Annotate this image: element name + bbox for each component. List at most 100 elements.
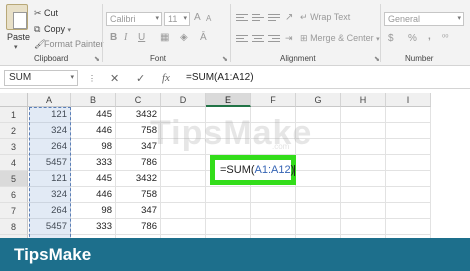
cell-h2[interactable] — [341, 123, 386, 139]
wrap-text-button[interactable]: ↵ Wrap Text — [300, 12, 350, 23]
paste-dropdown-icon[interactable]: ▾ — [14, 43, 18, 51]
column-header-a[interactable]: A — [28, 93, 71, 107]
select-all-corner[interactable] — [0, 93, 28, 107]
cell-i8[interactable] — [386, 219, 431, 235]
cell-b8[interactable]: 333 — [71, 219, 116, 235]
column-header-c[interactable]: C — [116, 93, 161, 107]
cell-i7[interactable] — [386, 203, 431, 219]
font-name-select[interactable]: Calibri ▾ — [106, 12, 162, 26]
grow-font-button[interactable]: A — [194, 12, 201, 23]
percent-button[interactable]: % — [408, 33, 417, 44]
cell-b4[interactable]: 333 — [71, 155, 116, 171]
cell-h4[interactable] — [341, 155, 386, 171]
column-header-d[interactable]: D — [161, 93, 206, 107]
cell-h7[interactable] — [341, 203, 386, 219]
cell-i3[interactable] — [386, 139, 431, 155]
alignment-dialog-launcher-icon[interactable]: ⬊ — [374, 55, 380, 63]
font-size-select[interactable]: 11 ▾ — [164, 12, 190, 26]
underline-button[interactable]: U — [138, 32, 145, 43]
align-top-icon[interactable] — [236, 14, 248, 23]
column-header-f[interactable]: F — [251, 93, 296, 107]
row-header-5[interactable]: 5 — [0, 171, 28, 187]
font-color-icon[interactable]: Ā — [200, 32, 207, 43]
cell-i5[interactable] — [386, 171, 431, 187]
currency-icon[interactable]: $ — [388, 33, 394, 44]
cell-d7[interactable] — [161, 203, 206, 219]
indent-icon[interactable]: ⇥ — [285, 33, 293, 44]
cell-c8[interactable]: 786 — [116, 219, 161, 235]
cell-i4[interactable] — [386, 155, 431, 171]
align-middle-icon[interactable] — [252, 14, 264, 23]
orientation-icon[interactable]: ↗ — [285, 12, 293, 23]
cell-g5[interactable] — [296, 171, 341, 187]
paste-button[interactable]: Paste — [7, 32, 30, 42]
copy-dropdown-icon[interactable]: ▾ — [68, 27, 72, 34]
cell-g6[interactable] — [296, 187, 341, 203]
column-header-e[interactable]: E — [206, 93, 251, 107]
align-left-icon[interactable] — [236, 35, 248, 44]
copy-button[interactable]: ⧉ Copy ▾ — [34, 24, 71, 35]
cell-c6[interactable]: 758 — [116, 187, 161, 203]
cell-b7[interactable]: 98 — [71, 203, 116, 219]
name-box[interactable]: SUM ▾ — [4, 70, 78, 86]
paste-icon[interactable] — [6, 4, 28, 30]
formula-input[interactable]: =SUM(A1:A12) — [186, 72, 254, 83]
column-header-g[interactable]: G — [296, 93, 341, 107]
cell-b1[interactable]: 445 — [71, 107, 116, 123]
italic-button[interactable]: I — [124, 32, 127, 43]
cell-h6[interactable] — [341, 187, 386, 203]
row-header-7[interactable]: 7 — [0, 203, 28, 219]
cell-b3[interactable]: 98 — [71, 139, 116, 155]
cell-f8[interactable] — [251, 219, 296, 235]
format-painter-button[interactable]: 🖌Format Painter — [34, 39, 104, 50]
cell-d4[interactable] — [161, 155, 206, 171]
cell-e6[interactable] — [206, 187, 251, 203]
cell-b6[interactable]: 446 — [71, 187, 116, 203]
cell-g8[interactable] — [296, 219, 341, 235]
borders-icon[interactable]: ▦ — [160, 32, 169, 43]
cell-e7[interactable] — [206, 203, 251, 219]
cell-d8[interactable] — [161, 219, 206, 235]
shrink-font-button[interactable]: A — [206, 14, 211, 23]
column-header-i[interactable]: I — [386, 93, 431, 107]
cell-i1[interactable] — [386, 107, 431, 123]
cell-g7[interactable] — [296, 203, 341, 219]
cell-g4[interactable] — [296, 155, 341, 171]
comma-button[interactable]: , — [428, 31, 431, 42]
cell-h8[interactable] — [341, 219, 386, 235]
cell-f6[interactable] — [251, 187, 296, 203]
row-header-2[interactable]: 2 — [0, 123, 28, 139]
number-format-select[interactable]: General ▾ — [384, 12, 464, 26]
align-bottom-icon[interactable] — [268, 14, 280, 23]
cell-h1[interactable] — [341, 107, 386, 123]
align-right-icon[interactable] — [268, 35, 280, 44]
cell-b2[interactable]: 446 — [71, 123, 116, 139]
decimal-icon[interactable]: ⁰⁰ — [442, 33, 448, 42]
cell-c4[interactable]: 786 — [116, 155, 161, 171]
row-header-8[interactable]: 8 — [0, 219, 28, 235]
enter-icon[interactable]: ✓ — [136, 72, 145, 85]
align-center-icon[interactable] — [252, 35, 264, 44]
cell-e8[interactable] — [206, 219, 251, 235]
font-dialog-launcher-icon[interactable]: ⬊ — [222, 55, 228, 63]
insert-function-icon[interactable]: fx — [162, 72, 170, 84]
column-header-b[interactable]: B — [71, 93, 116, 107]
row-header-1[interactable]: 1 — [0, 107, 28, 123]
cell-c5[interactable]: 3432 — [116, 171, 161, 187]
row-header-6[interactable]: 6 — [0, 187, 28, 203]
column-header-h[interactable]: H — [341, 93, 386, 107]
cell-i2[interactable] — [386, 123, 431, 139]
cell-i6[interactable] — [386, 187, 431, 203]
cell-d6[interactable] — [161, 187, 206, 203]
fill-color-icon[interactable]: ◈ — [180, 32, 188, 43]
cell-d5[interactable] — [161, 171, 206, 187]
cell-f7[interactable] — [251, 203, 296, 219]
active-cell-highlight[interactable]: =SUM(A1:A12) — [210, 155, 296, 185]
cell-c7[interactable]: 347 — [116, 203, 161, 219]
clipboard-dialog-launcher-icon[interactable]: ⬊ — [94, 55, 100, 63]
cell-h5[interactable] — [341, 171, 386, 187]
cut-button[interactable]: ✂ Cut — [34, 8, 58, 19]
bold-button[interactable]: B — [110, 32, 117, 43]
cell-b5[interactable]: 445 — [71, 171, 116, 187]
row-header-4[interactable]: 4 — [0, 155, 28, 171]
